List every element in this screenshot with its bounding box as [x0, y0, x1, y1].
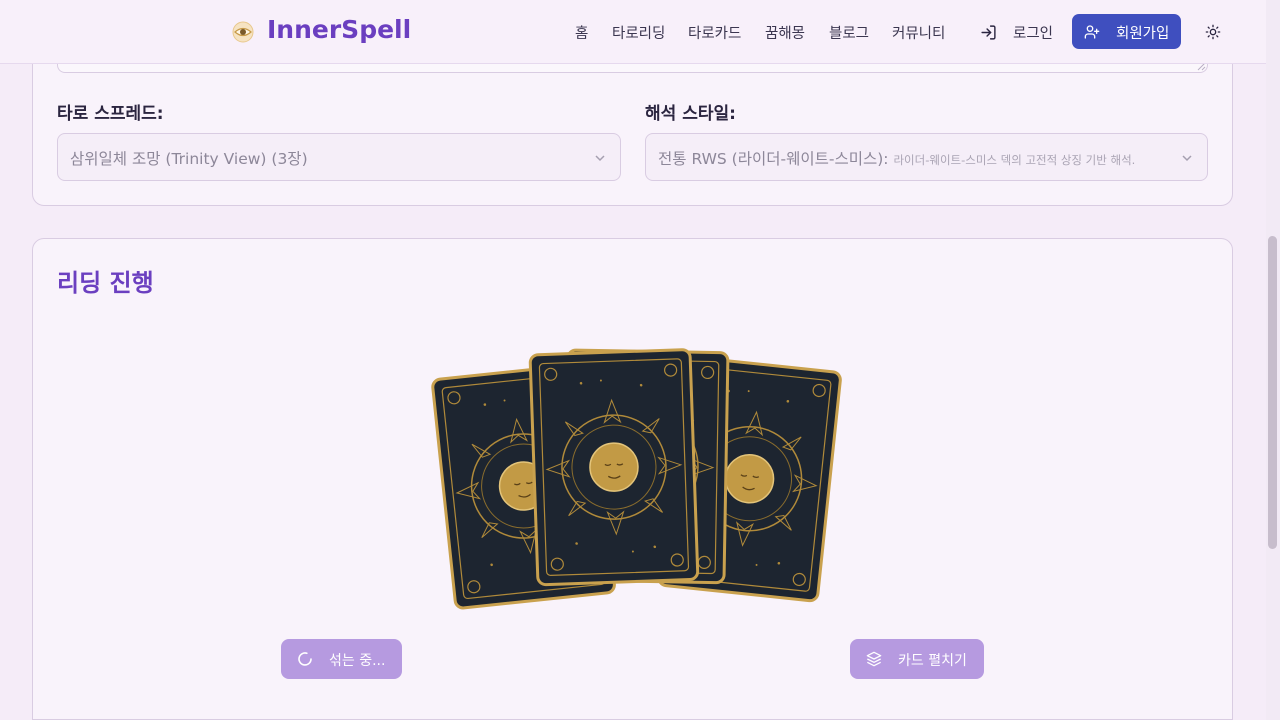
scrollbar-thumb[interactable] [1268, 236, 1277, 549]
spread-cards-button[interactable]: 카드 펼치기 [850, 639, 984, 679]
style-select-description: 라이더-웨이트-스미스 덱의 고전적 상징 기반 해석. [893, 153, 1136, 167]
chevron-down-icon [595, 155, 605, 162]
top-nav-bar: InnerSpell 홈 타로리딩 타로카드 꿈해몽 블로그 커뮤니티 로그인 … [0, 0, 1266, 64]
shuffle-button[interactable]: 섞는 중... [281, 639, 402, 679]
layers-icon [866, 651, 882, 667]
brand-name[interactable]: InnerSpell [267, 15, 411, 44]
spread-select[interactable]: 삼위일체 조망 (Trinity View) (3장) [57, 133, 621, 181]
signup-button[interactable]: 회원가입 [1072, 14, 1181, 49]
tarot-card-deck-image [430, 347, 843, 611]
nav-community[interactable]: 커뮤니티 [892, 22, 945, 43]
nav-dream-interpretation[interactable]: 꿈해몽 [765, 22, 805, 43]
style-label: 해석 스타일: [645, 104, 736, 124]
spread-label: 타로 스프레드: [57, 104, 164, 124]
sun-icon[interactable] [1205, 24, 1221, 40]
loading-spinner-icon [298, 652, 312, 666]
style-select-value-wrap: 전통 RWS (라이더-웨이트-스미스): 라이더-웨이트-스미스 덱의 고전적… [658, 147, 1135, 169]
login-link[interactable]: 로그인 [1013, 22, 1053, 43]
user-plus-icon [1084, 25, 1100, 39]
style-select-value: 전통 RWS (라이더-웨이트-스미스): [658, 150, 889, 168]
interpretation-style-select[interactable]: 전통 RWS (라이더-웨이트-스미스): 라이더-웨이트-스미스 덱의 고전적… [645, 133, 1208, 181]
reading-progress-title: 리딩 진행 [57, 269, 154, 297]
nav-blog[interactable]: 블로그 [829, 22, 869, 43]
nav-tarot-cards[interactable]: 타로카드 [688, 22, 741, 43]
eye-sun-logo-icon[interactable] [231, 20, 255, 44]
chevron-down-icon [1182, 155, 1192, 162]
nav-tarot-reading[interactable]: 타로리딩 [612, 22, 665, 43]
nav-home[interactable]: 홈 [575, 22, 588, 43]
signup-button-label: 회원가입 [1116, 26, 1170, 42]
spread-select-value: 삼위일체 조망 (Trinity View) (3장) [70, 150, 308, 168]
shuffle-button-label: 섞는 중... [329, 653, 386, 669]
spread-cards-button-label: 카드 펼치기 [898, 653, 967, 669]
login-icon[interactable] [980, 24, 997, 41]
